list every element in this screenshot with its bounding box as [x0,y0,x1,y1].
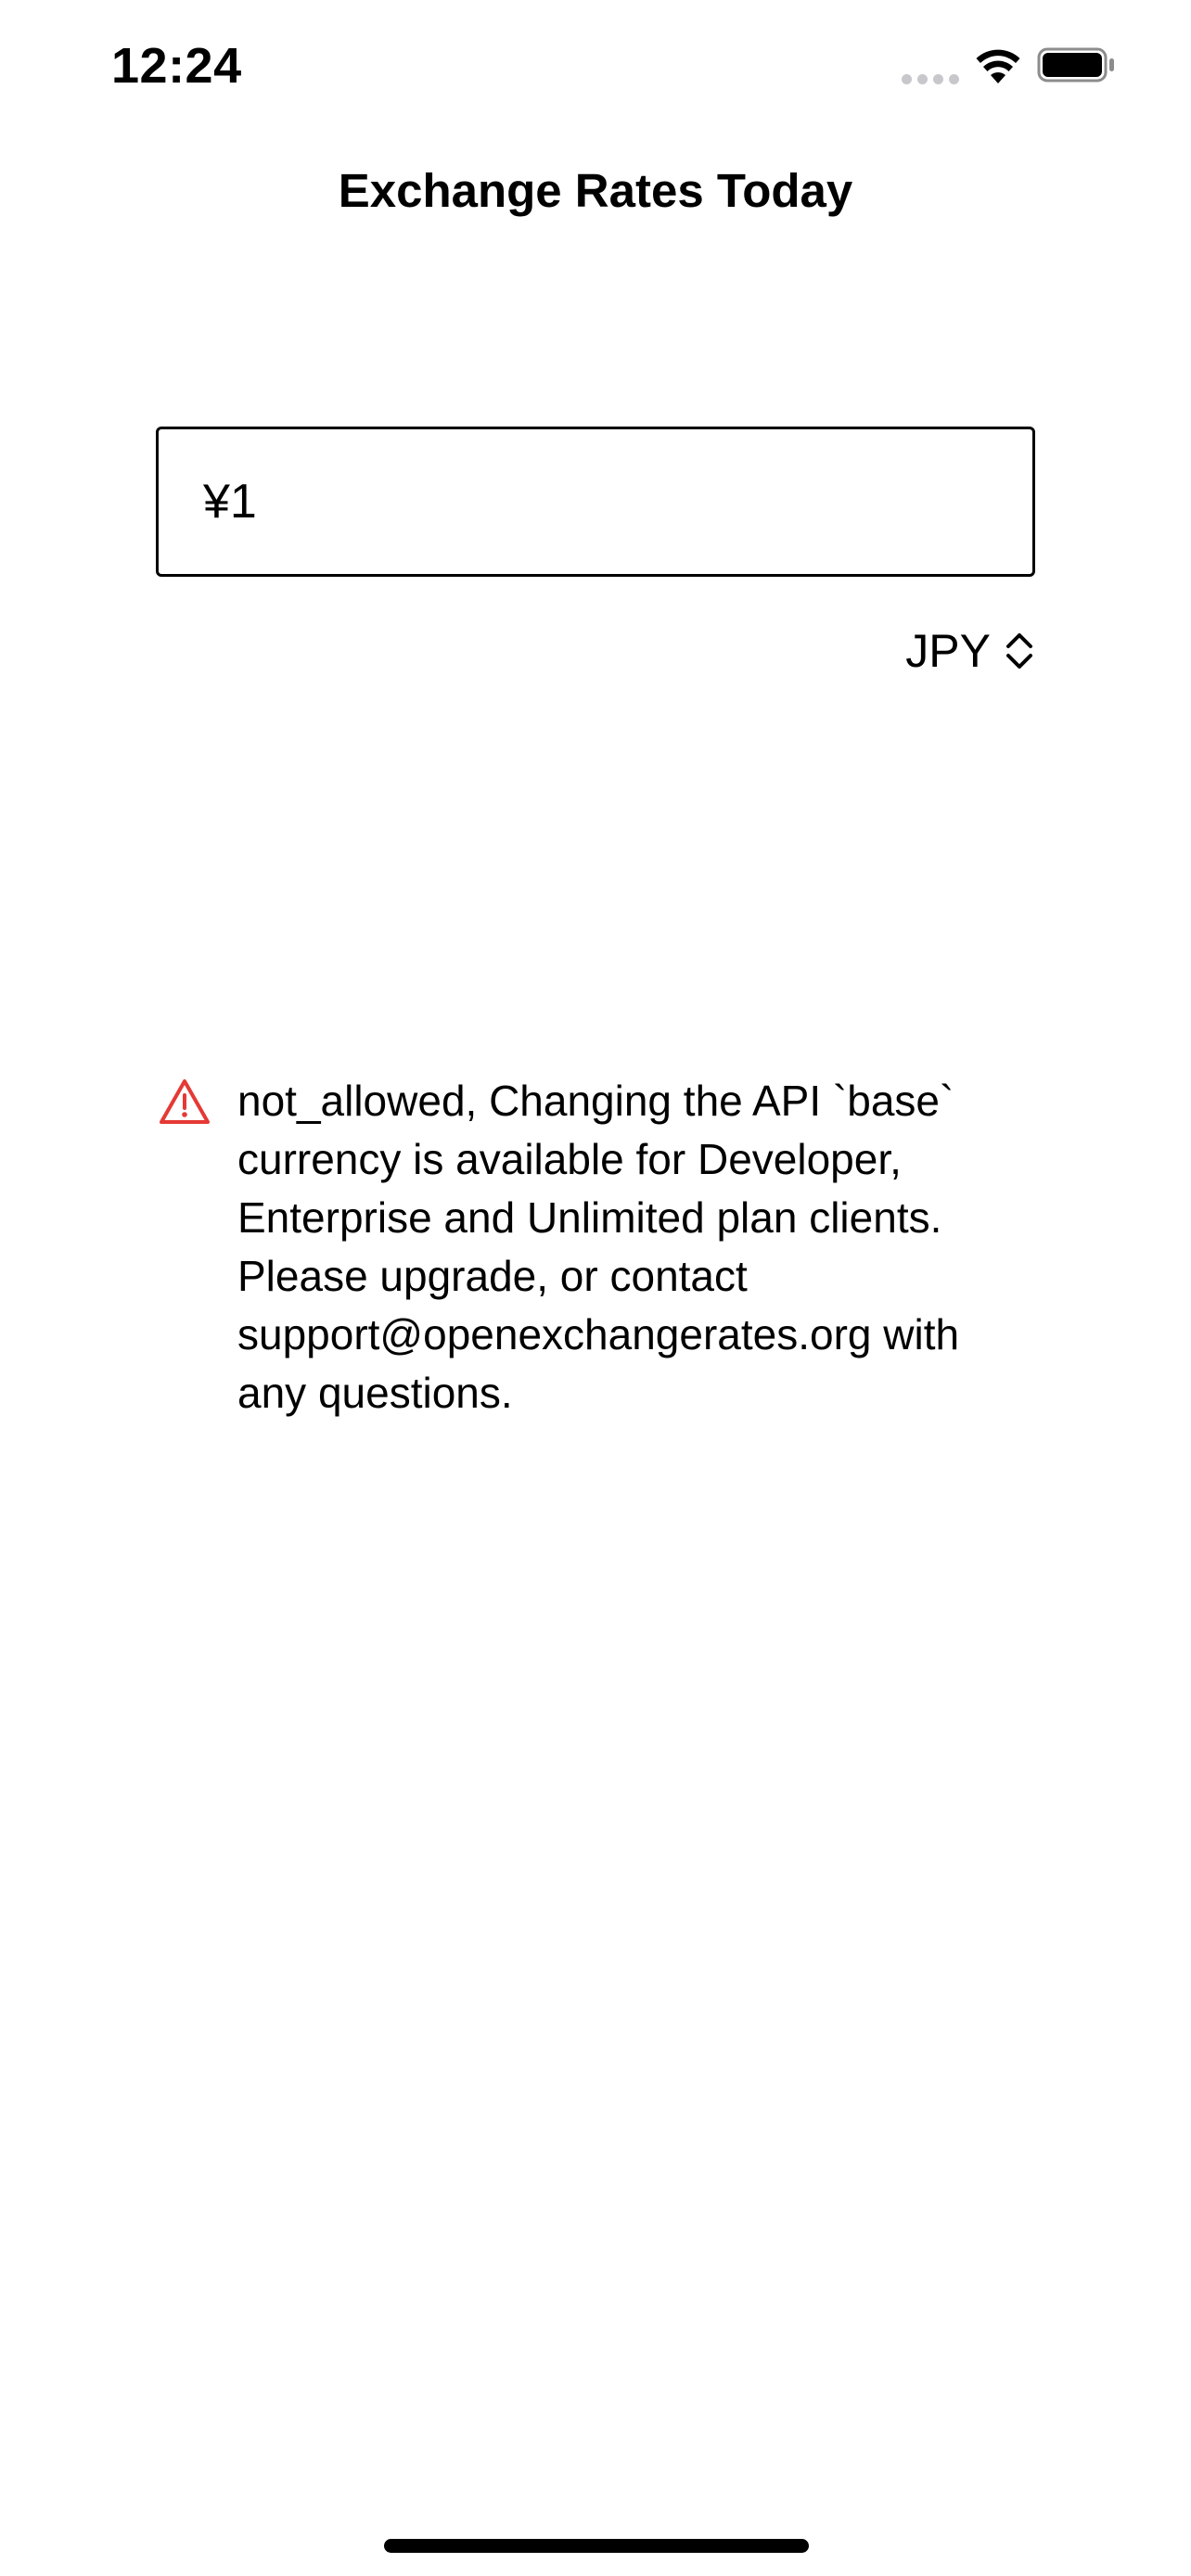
currency-picker[interactable]: JPY [905,618,1035,684]
amount-input[interactable] [156,427,1035,577]
page-title: Exchange Rates Today [338,164,853,217]
wifi-icon [976,49,1020,83]
warning-icon [160,1079,210,1124]
home-indicator[interactable] [384,2539,809,2553]
status-bar: 12:24 [0,0,1191,139]
signal-dots-icon [902,72,961,85]
currency-picker-label: JPY [905,625,991,677]
chevron-up-down-icon [1006,633,1032,669]
battery-icon [1037,47,1114,83]
status-time: 12:24 [111,38,242,94]
error-text: not_allowed, Changing the API `base` cur… [237,1077,960,1417]
